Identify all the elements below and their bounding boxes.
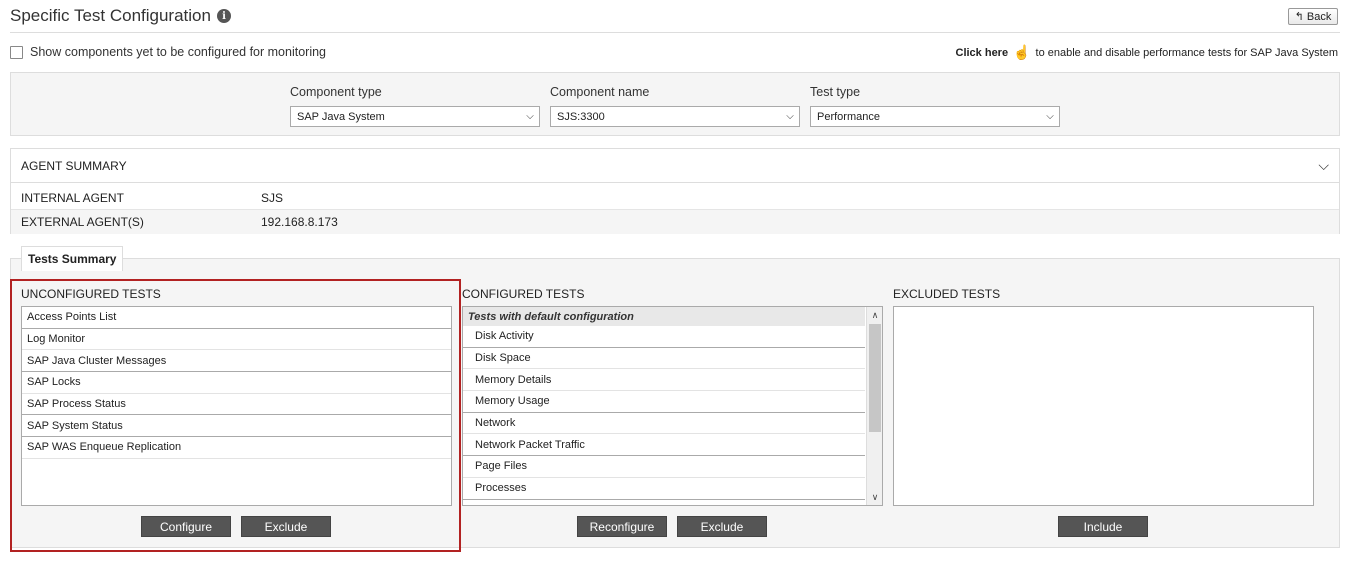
configured-test-item[interactable]: Network	[463, 413, 865, 435]
configured-test-item[interactable]: Network Packet Traffic	[463, 434, 865, 457]
internal-agent-row: INTERNAL AGENT SJS	[11, 185, 1339, 210]
component-name-group: Component name SJS:3300 ⌵	[550, 85, 800, 127]
scroll-thumb[interactable]	[869, 324, 881, 432]
component-name-value: SJS:3300	[557, 110, 605, 123]
configured-tests-title: CONFIGURED TESTS	[462, 287, 585, 301]
configured-test-item[interactable]: Disk Activity	[463, 326, 865, 348]
back-arrow-icon: ↰	[1294, 11, 1304, 23]
tests-summary-legend: Tests Summary	[21, 246, 124, 271]
click-here-suffix: to enable and disable performance tests …	[1035, 46, 1338, 59]
excluded-tests-title: EXCLUDED TESTS	[893, 287, 1001, 301]
agent-summary-header[interactable]: AGENT SUMMARY ⌵	[11, 149, 1339, 183]
configured-test-item[interactable]: Processes	[463, 478, 865, 500]
test-type-value: Performance	[817, 110, 880, 123]
hand-pointer-icon[interactable]: ☝	[1013, 44, 1030, 61]
scroll-up-icon[interactable]: ∧	[867, 307, 882, 323]
configured-scrollbar[interactable]: ∧ ∨	[866, 307, 882, 505]
show-unconfigured-checkbox[interactable]	[10, 45, 23, 59]
chevron-down-icon: ⌵	[786, 111, 794, 122]
show-unconfigured-label[interactable]: Show components yet to be configured for…	[30, 45, 326, 59]
component-type-label: Component type	[290, 85, 382, 99]
chevron-down-icon[interactable]: ⌵	[1318, 157, 1329, 174]
click-here-link[interactable]: Click here	[956, 47, 1009, 59]
configured-test-item[interactable]: Page Files	[463, 456, 865, 478]
filter-panel: Component type SAP Java System ⌵ Compone…	[10, 72, 1340, 136]
configured-tests-list[interactable]: Tests with default configuration Disk Ac…	[462, 306, 883, 506]
back-button[interactable]: ↰ Back	[1288, 8, 1338, 25]
reconfigure-button[interactable]: Reconfigure	[577, 516, 667, 537]
info-icon[interactable]: i	[216, 9, 231, 23]
test-type-select[interactable]: Performance ⌵	[810, 106, 1060, 127]
click-here-row: Click here ☝ to enable and disable perfo…	[956, 44, 1339, 61]
agent-summary-panel: AGENT SUMMARY ⌵ INTERNAL AGENT SJS EXTER…	[10, 148, 1340, 234]
external-agent-row: EXTERNAL AGENT(S) 192.168.8.173	[11, 209, 1339, 234]
component-type-group: Component type SAP Java System ⌵	[290, 85, 540, 127]
test-type-label: Test type	[810, 85, 861, 99]
include-button[interactable]: Include	[1058, 516, 1148, 537]
test-type-group: Test type Performance ⌵	[810, 85, 1060, 127]
excluded-tests-list[interactable]	[893, 306, 1314, 506]
exclude-configured-button[interactable]: Exclude	[677, 516, 767, 537]
agent-summary-title: AGENT SUMMARY	[21, 158, 127, 173]
unconfigured-highlight-frame	[10, 279, 461, 552]
configured-test-item[interactable]: Disk Space	[463, 348, 865, 370]
scroll-down-icon[interactable]: ∨	[867, 489, 882, 505]
component-name-label: Component name	[550, 85, 650, 99]
configured-test-item[interactable]: Memory Details	[463, 369, 865, 392]
back-button-label: Back	[1306, 10, 1332, 23]
component-name-select[interactable]: SJS:3300 ⌵	[550, 106, 800, 127]
chevron-down-icon: ⌵	[526, 111, 534, 122]
chevron-down-icon: ⌵	[1046, 111, 1054, 122]
internal-agent-value: SJS	[261, 190, 284, 205]
internal-agent-label: INTERNAL AGENT	[21, 190, 124, 205]
page-title-text: Specific Test Configuration	[10, 6, 211, 25]
component-type-value: SAP Java System	[297, 110, 385, 123]
show-unconfigured-row: Show components yet to be configured for…	[10, 45, 326, 59]
header-divider	[10, 32, 1340, 33]
page-title: Specific Test Configuration i	[10, 6, 231, 26]
configured-group-header: Tests with default configuration	[463, 307, 865, 326]
external-agent-label: EXTERNAL AGENT(S)	[21, 215, 144, 229]
component-type-select[interactable]: SAP Java System ⌵	[290, 106, 540, 127]
configured-test-item[interactable]: Memory Usage	[463, 391, 865, 413]
external-agent-value: 192.168.8.173	[261, 215, 338, 229]
